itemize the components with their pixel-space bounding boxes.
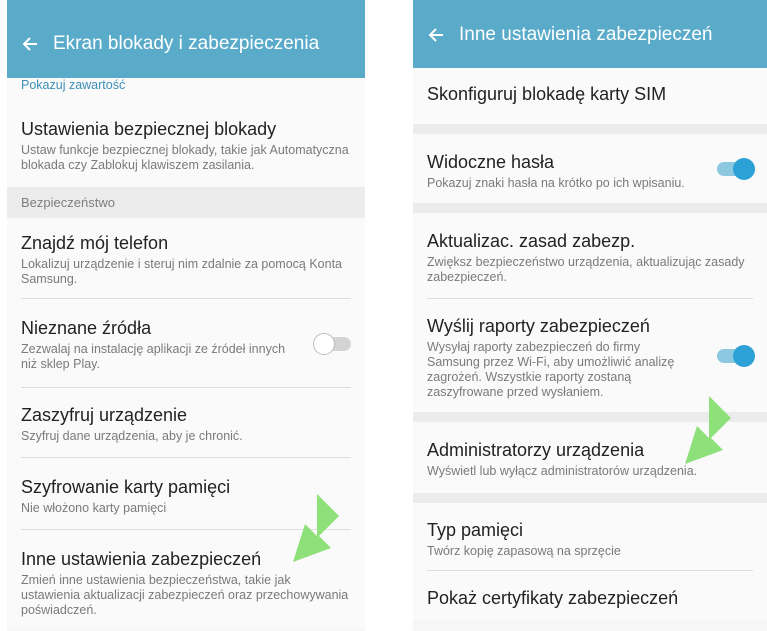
view-security-certificates-item[interactable]: Pokaż certyfikaty zabezpieczeń bbox=[413, 571, 767, 620]
toggle-knob bbox=[313, 332, 335, 355]
encrypt-device-item[interactable]: Zaszyfruj urządzenie Szyfruj dane urządz… bbox=[7, 388, 365, 458]
visible-passwords-toggle[interactable] bbox=[717, 157, 755, 180]
right-app-bar: Inne ustawienia zabezpieczeń bbox=[413, 0, 767, 68]
divider bbox=[413, 412, 767, 422]
item-subtitle: Zmień inne ustawienia bezpieczeństwa, ta… bbox=[21, 573, 349, 617]
item-subtitle: Pokazuj znaki hasła na krótko po ich wpi… bbox=[427, 176, 685, 190]
left-settings-list: Pokazuj zawartość Ustawienia bezpiecznej… bbox=[7, 78, 365, 629]
right-settings-list: Skonfiguruj blokadę karty SIM Widoczne h… bbox=[413, 68, 767, 620]
policy-card: Aktualizac. zasad zabezp. Zwiększ bezpie… bbox=[413, 213, 767, 412]
item-subtitle: Szyfruj dane urządzenia, aby je chronić. bbox=[21, 429, 243, 443]
security-card: Znajdź mój telefon Lokalizuj urządzenie … bbox=[7, 218, 365, 629]
sim-card-lock-item[interactable]: Skonfiguruj blokadę karty SIM bbox=[413, 68, 767, 124]
send-security-reports-item[interactable]: Wyślij raporty zabezpieczeń Wysyłaj rapo… bbox=[413, 299, 767, 412]
sd-card-encryption-item[interactable]: Szyfrowanie karty pamięci Nie włożono ka… bbox=[7, 458, 365, 530]
storage-card: Typ pamięci Twórz kopię zapasową na sprz… bbox=[413, 503, 767, 620]
item-subtitle: Zwiększ bezpieczeństwo urządzenia, aktua… bbox=[427, 255, 745, 284]
item-title: Inne ustawienia zabezpieczeń bbox=[21, 549, 262, 569]
item-title: Pokaż certyfikaty zabezpieczeń bbox=[427, 588, 679, 608]
show-content-link[interactable]: Pokazuj zawartość bbox=[7, 78, 365, 94]
item-title: Znajdź mój telefon bbox=[21, 233, 169, 253]
item-subtitle: Nie włożono karty pamięci bbox=[21, 501, 167, 515]
item-subtitle: Wyświetl lub wyłącz administratorów urzą… bbox=[427, 464, 698, 478]
item-title: Skonfiguruj blokadę karty SIM bbox=[427, 84, 667, 104]
visible-passwords-item[interactable]: Widoczne hasła Pokazuj znaki hasła na kr… bbox=[413, 134, 767, 203]
item-title: Widoczne hasła bbox=[427, 152, 555, 172]
item-title: Szyfrowanie karty pamięci bbox=[21, 477, 231, 497]
item-title: Aktualizac. zasad zabezp. bbox=[427, 231, 636, 251]
left-app-bar: Ekran blokady i zabezpieczenia bbox=[7, 0, 365, 78]
right-page-title: Inne ustawienia zabezpieczeń bbox=[459, 24, 713, 45]
item-title: Typ pamięci bbox=[427, 520, 524, 540]
visible-passwords-card: Widoczne hasła Pokazuj znaki hasła na kr… bbox=[413, 134, 767, 203]
item-title: Administratorzy urządzenia bbox=[427, 440, 645, 460]
item-title: Zaszyfruj urządzenie bbox=[21, 405, 188, 425]
item-subtitle: Ustaw funkcje bezpiecznej blokady, takie… bbox=[21, 143, 349, 172]
item-subtitle: Lokalizuj urządzenie i steruj nim zdalni… bbox=[21, 257, 343, 286]
left-page-title: Ekran blokady i zabezpieczenia bbox=[53, 33, 320, 54]
storage-type-item[interactable]: Typ pamięci Twórz kopię zapasową na sprz… bbox=[413, 503, 767, 571]
arrow-left-icon[interactable] bbox=[21, 35, 39, 53]
security-policy-updates-item[interactable]: Aktualizac. zasad zabezp. Zwiększ bezpie… bbox=[413, 213, 767, 299]
right-screen: Inne ustawienia zabezpieczeń Skonfiguruj… bbox=[413, 0, 767, 631]
left-screen: Ekran blokady i zabezpieczenia Pokazuj z… bbox=[7, 0, 365, 631]
item-title: Ustawienia bezpiecznej blokady bbox=[21, 119, 277, 139]
secure-lock-settings-item[interactable]: Ustawienia bezpiecznej blokady Ustaw fun… bbox=[7, 94, 365, 187]
divider bbox=[413, 203, 767, 213]
item-title: Wyślij raporty zabezpieczeń bbox=[427, 316, 650, 336]
unknown-sources-item[interactable]: Nieznane źródła Zezwalaj na instalację a… bbox=[7, 299, 365, 388]
toggle-knob bbox=[733, 344, 755, 367]
item-subtitle: Wysyłaj raporty zabezpieczeń do firmy Sa… bbox=[427, 340, 675, 399]
arrow-left-icon[interactable] bbox=[427, 26, 445, 44]
send-security-reports-toggle[interactable] bbox=[717, 344, 755, 367]
other-security-settings-item[interactable]: Inne ustawienia zabezpieczeń Zmień inne … bbox=[7, 530, 365, 629]
security-section-header: Bezpieczeństwo bbox=[7, 187, 365, 218]
sim-lock-card: Skonfiguruj blokadę karty SIM bbox=[413, 68, 767, 124]
lock-screen-card: Pokazuj zawartość Ustawienia bezpiecznej… bbox=[7, 78, 365, 187]
device-administrators-item[interactable]: Administratorzy urządzenia Wyświetl lub … bbox=[413, 422, 767, 493]
divider bbox=[413, 493, 767, 503]
device-admins-card: Administratorzy urządzenia Wyświetl lub … bbox=[413, 422, 767, 493]
find-my-phone-item[interactable]: Znajdź mój telefon Lokalizuj urządzenie … bbox=[7, 218, 365, 299]
toggle-knob bbox=[733, 157, 755, 180]
item-title: Nieznane źródła bbox=[21, 318, 152, 338]
divider bbox=[413, 124, 767, 134]
item-subtitle: Twórz kopię zapasową na sprzęcie bbox=[427, 544, 621, 558]
unknown-sources-toggle[interactable] bbox=[313, 332, 351, 355]
item-subtitle: Zezwalaj na instalację aplikacji ze źród… bbox=[21, 342, 286, 371]
